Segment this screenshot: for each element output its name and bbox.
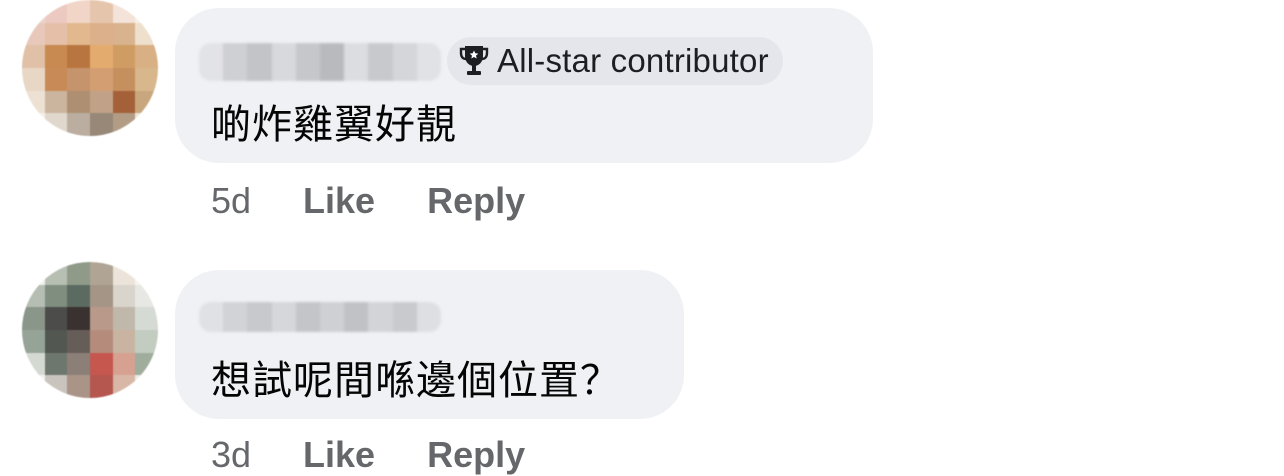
comment-timestamp[interactable]: 3d	[211, 434, 251, 476]
like-button[interactable]: Like	[303, 434, 375, 476]
comment-bubble: 想試呢間喺邊個位置？	[175, 270, 684, 419]
trophy-icon	[459, 46, 489, 75]
badge-label: All-star contributor	[497, 42, 769, 79]
comment-text: 啲炸雞翼好靚	[211, 102, 457, 148]
comment-actions: 3d Like Reply	[211, 434, 577, 476]
commenter-avatar[interactable]	[22, 0, 158, 136]
comment-actions: 5d Like Reply	[211, 180, 577, 222]
all-star-contributor-badge[interactable]: All-star contributor	[447, 37, 783, 85]
comment-timestamp[interactable]: 5d	[211, 180, 251, 222]
comment-text: 想試呢間喺邊個位置？	[211, 358, 621, 404]
reply-button[interactable]: Reply	[427, 180, 525, 222]
commenter-name-redacted[interactable]	[199, 43, 441, 81]
comment-bubble: All-star contributor 啲炸雞翼好靚	[175, 8, 873, 163]
commenter-name-redacted[interactable]	[199, 302, 441, 332]
reply-button[interactable]: Reply	[427, 434, 525, 476]
like-button[interactable]: Like	[303, 180, 375, 222]
commenter-avatar[interactable]	[22, 262, 158, 398]
